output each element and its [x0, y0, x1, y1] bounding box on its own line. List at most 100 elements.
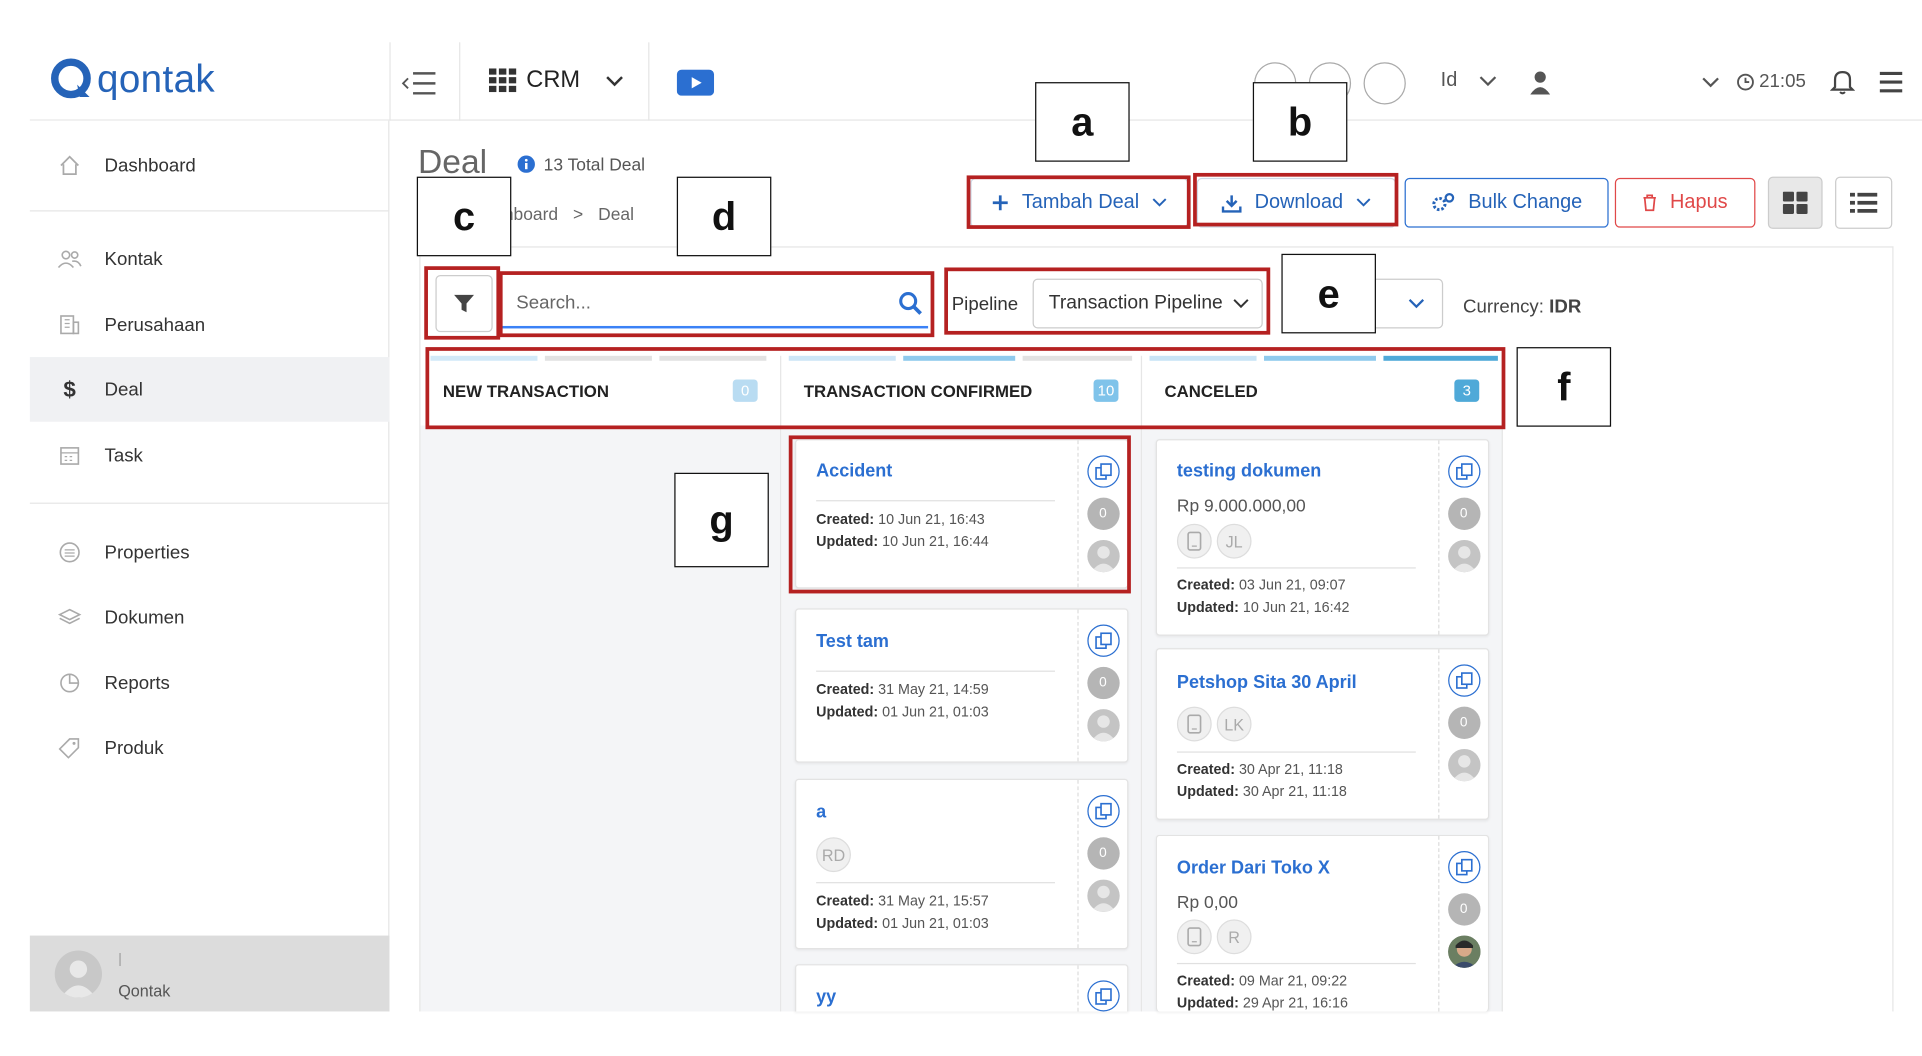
avatar [54, 950, 103, 998]
phone-device-icon[interactable] [1176, 523, 1212, 559]
layers-icon [57, 605, 82, 630]
sidebar: Dashboard Kontak Perusahaan $ Deal Task … [29, 120, 390, 1012]
deal-card[interactable]: Order Dari Toko X Rp 0,00 R Created: 09 … [1155, 834, 1490, 1012]
qontak-logo[interactable]: qontak [50, 55, 249, 105]
sidebar-item-label: Task [104, 444, 143, 466]
sidebar-item-properties[interactable]: Properties [30, 520, 390, 585]
contact-chip[interactable]: R [1216, 919, 1252, 955]
header-divider [459, 42, 461, 121]
copy-icon[interactable] [1086, 794, 1120, 828]
deal-title[interactable]: a [816, 802, 826, 822]
copy-icon[interactable] [1447, 455, 1480, 488]
updated-label: Updated: [1176, 600, 1239, 616]
activity-count: 0 [1447, 706, 1480, 739]
annotation-highlight-stages [425, 347, 1506, 430]
sidebar-item-dokumen[interactable]: Dokumen [30, 585, 390, 650]
clock-icon [1737, 73, 1754, 90]
activity-count: 0 [1447, 893, 1480, 926]
activity-count: 0 [1447, 497, 1480, 530]
list-view-icon [1849, 192, 1878, 213]
deal-title[interactable]: yy [816, 988, 836, 1008]
contact-chip[interactable]: RD [816, 837, 851, 873]
sidebar-user[interactable]: | Qontak [29, 935, 390, 1012]
copy-icon[interactable] [1447, 850, 1480, 884]
contact-chip[interactable]: LK [1216, 706, 1252, 742]
menu-icon[interactable] [1879, 71, 1904, 93]
grid-view-icon [1782, 191, 1808, 214]
delete-button[interactable]: Hapus [1614, 177, 1756, 228]
user-icon[interactable] [1530, 71, 1551, 96]
created-label: Created: [1176, 578, 1235, 594]
breadcrumb-separator: > [573, 204, 584, 224]
sidebar-item-deal[interactable]: $ Deal [29, 357, 390, 422]
annotation-label-e: e [1281, 253, 1376, 334]
bulk-change-button[interactable]: Bulk Change [1404, 177, 1609, 228]
language-selector[interactable]: Id [1441, 70, 1497, 92]
sidebar-item-kontak[interactable]: Kontak [30, 226, 390, 291]
created-value: 03 Jun 21, 09:07 [1238, 578, 1346, 594]
sidebar-item-label: Properties [104, 541, 190, 563]
annotation-label-b: b [1252, 82, 1348, 162]
kanban-view-button[interactable] [1767, 176, 1823, 229]
user-name: Qontak [118, 981, 171, 1001]
annotation-label-f: f [1516, 347, 1612, 427]
activity-count: 0 [1086, 666, 1120, 700]
phone-device-icon[interactable] [1176, 919, 1212, 955]
updated-value: 29 Apr 21, 16:16 [1242, 996, 1348, 1012]
contacts-icon [57, 246, 82, 271]
list-view-button[interactable] [1835, 176, 1893, 229]
copy-icon[interactable] [1086, 624, 1120, 657]
video-tutorial-icon[interactable] [676, 69, 715, 96]
deal-title[interactable]: Test tam [816, 632, 889, 652]
deal-card[interactable]: Petshop Sita 30 April LK Created: 30 Apr… [1155, 648, 1490, 820]
copy-icon[interactable] [1447, 664, 1480, 697]
updated-value: 01 Jun 21, 01:03 [882, 705, 989, 721]
list-icon [57, 540, 82, 565]
deal-title[interactable]: Order Dari Toko X [1177, 858, 1330, 878]
bell-icon[interactable] [1830, 68, 1855, 95]
sidebar-item-produk[interactable]: Produk [30, 715, 390, 780]
chevron-down-icon [606, 76, 624, 87]
copy-icon[interactable] [1086, 980, 1120, 1012]
annotation-highlight-card [788, 435, 1131, 594]
currency: Currency: IDR [1463, 296, 1581, 317]
owner-avatar-icon [1447, 748, 1480, 782]
card-actions: 0 [1438, 649, 1488, 819]
apps-grid-icon [488, 68, 517, 93]
chat-icon[interactable] [1363, 62, 1406, 105]
deal-dates: Created: 03 Jun 21, 09:07 Updated: 10 Ju… [1177, 575, 1350, 620]
currency-value: IDR [1549, 296, 1582, 318]
crm-app-switcher[interactable]: CRM [488, 67, 625, 94]
collapse-sidebar-icon[interactable] [401, 70, 438, 97]
deal-card[interactable]: testing dokumen Rp 9.000.000,00 JL Creat… [1155, 439, 1490, 636]
sidebar-item-perusahaan[interactable]: Perusahaan [30, 292, 390, 357]
logo-mark-icon [51, 58, 91, 99]
breadcrumb-deal: Deal [598, 204, 634, 224]
breadcrumb-dashboard[interactable]: hboard [504, 204, 558, 224]
updated-value: 01 Jun 21, 01:03 [882, 916, 989, 932]
card-actions: 0 [1438, 440, 1488, 635]
breadcrumb: hboard > Deal [504, 204, 634, 224]
language-label: Id [1440, 69, 1458, 91]
deal-amount: Rp 9.000.000,00 [1176, 495, 1306, 516]
deal-card[interactable]: a RD Created: 31 May 21, 15:57 Updated: … [794, 778, 1129, 950]
dollar-icon: $ [63, 376, 76, 402]
sidebar-item-dashboard[interactable]: Dashboard [30, 133, 390, 198]
deal-title[interactable]: Petshop Sita 30 April [1177, 673, 1357, 693]
deal-title[interactable]: testing dokumen [1177, 462, 1321, 482]
contact-chip[interactable]: JL [1216, 523, 1252, 559]
deal-card[interactable]: yy [794, 964, 1129, 1012]
trash-icon [1643, 194, 1657, 212]
sidebar-item-reports[interactable]: Reports [30, 651, 390, 716]
annotation-highlight-search [498, 271, 935, 338]
sidebar-divider [29, 502, 390, 504]
chevron-down-icon[interactable] [1702, 77, 1719, 88]
phone-device-icon[interactable] [1176, 706, 1212, 742]
card-actions: 0 [1438, 836, 1488, 1012]
sidebar-item-task[interactable]: Task [30, 423, 390, 488]
deal-card[interactable]: Test tam Created: 31 May 21, 14:59 Updat… [794, 608, 1129, 763]
updated-value: 10 Jun 21, 16:42 [1242, 600, 1350, 616]
user-divider: | [118, 951, 122, 967]
annotation-highlight-pipeline [944, 267, 1271, 335]
clock-time: 21:05 [1759, 70, 1806, 93]
